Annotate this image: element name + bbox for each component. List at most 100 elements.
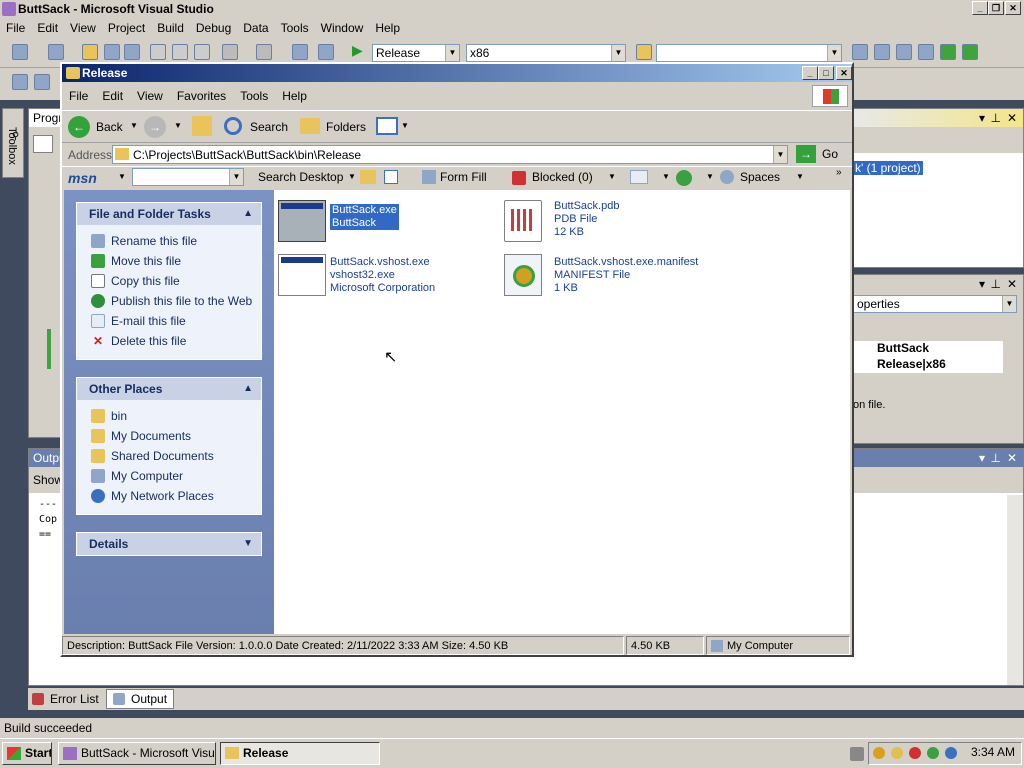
dropdown-icon[interactable]: ▾	[979, 449, 985, 467]
search-button[interactable]: Search	[222, 115, 292, 139]
vs-menu-file[interactable]: File	[0, 18, 31, 38]
vs-menu-tools[interactable]: Tools	[275, 18, 315, 38]
properties-object-combo[interactable]: operties ▼	[853, 295, 1017, 313]
tray-messenger-icon[interactable]	[891, 747, 903, 759]
copy-file-task[interactable]: Copy this file	[77, 271, 261, 291]
layout-icon[interactable]	[12, 74, 28, 90]
explorer-close-button[interactable]: ✕	[836, 66, 852, 80]
output-tab[interactable]: Output	[106, 689, 175, 709]
chevron-down-icon[interactable]: ▼	[348, 172, 356, 181]
explorer-menu-favorites[interactable]: Favorites	[170, 84, 233, 108]
details-header[interactable]: Details ▼	[77, 533, 261, 555]
place-my-computer[interactable]: My Computer	[77, 466, 261, 486]
pin-icon[interactable]: ⊥	[991, 109, 1001, 127]
taskbar-button-release[interactable]: Release	[220, 742, 380, 765]
cut-icon[interactable]	[150, 44, 166, 60]
solution-node[interactable]: k' (1 project)	[853, 161, 923, 175]
file-tile-exe[interactable]: ButtSack.exe ButtSack	[278, 200, 478, 244]
explorer-minimize-button[interactable]: _	[802, 66, 818, 80]
dropdown-icon[interactable]: ▾	[979, 109, 985, 127]
pin-icon[interactable]: ⊥	[991, 449, 1001, 467]
toolbar-overflow-icon[interactable]: »	[836, 167, 842, 178]
note-icon[interactable]	[384, 170, 398, 184]
new-project-icon[interactable]	[12, 44, 28, 60]
save-icon[interactable]	[104, 44, 120, 60]
place-bin[interactable]: bin	[77, 406, 261, 426]
place-shared-documents[interactable]: Shared Documents	[77, 446, 261, 466]
start-debugging-icon[interactable]: ▶	[352, 43, 363, 59]
explorer-menu-view[interactable]: View	[130, 84, 170, 108]
forward-arrow-icon[interactable]: →	[144, 116, 166, 138]
property-row[interactable]: Release|x86	[853, 357, 1003, 373]
vs-close-button[interactable]: ✕	[1005, 1, 1021, 15]
collapse-icon[interactable]: ▲	[243, 203, 253, 225]
msn-search-combo[interactable]: ▼	[132, 168, 244, 186]
explorer-title-bar[interactable]: Release _ □ ✕	[62, 64, 852, 82]
copy-icon[interactable]	[172, 44, 188, 60]
mail-icon[interactable]	[630, 170, 648, 184]
redo-icon[interactable]	[256, 44, 272, 60]
vs-menu-data[interactable]: Data	[237, 18, 274, 38]
output-scrollbar[interactable]	[1007, 495, 1023, 685]
form-fill-button[interactable]: Form Fill	[440, 170, 487, 184]
vs-minimize-button[interactable]: _	[972, 1, 988, 15]
error-list-tab[interactable]: Error List	[32, 690, 99, 708]
save-all-icon[interactable]	[124, 44, 140, 60]
vs-menu-edit[interactable]: Edit	[31, 18, 64, 38]
address-input[interactable]: C:\Projects\ButtSack\ButtSack\bin\Releas…	[112, 145, 788, 164]
chevron-down-icon[interactable]: ▼	[118, 172, 126, 181]
email-file-task[interactable]: E-mail this file	[77, 311, 261, 331]
taskbar-button-vs[interactable]: ButtSack - Microsoft Visu...	[58, 742, 216, 765]
file-tile-pdb[interactable]: ButtSack.pdb PDB File 12 KB	[500, 200, 700, 244]
tray-search-icon[interactable]	[945, 747, 957, 759]
chevron-down-icon[interactable]: ▼	[174, 121, 182, 130]
start-button[interactable]: Start	[2, 742, 52, 765]
object-browser-icon[interactable]	[896, 44, 912, 60]
collapse-icon[interactable]: ▲	[243, 378, 253, 400]
file-tasks-header[interactable]: File and Folder Tasks ▲	[77, 203, 261, 225]
chevron-down-icon[interactable]: ▼	[796, 172, 804, 181]
solution-config-combo[interactable]: Release ▼	[372, 44, 460, 62]
find-combo[interactable]: ▼	[656, 44, 842, 62]
paste-icon[interactable]	[194, 44, 210, 60]
views-button[interactable]: ▼	[376, 116, 409, 138]
navigate-icon[interactable]	[292, 44, 308, 60]
publish-file-task[interactable]: Publish this file to the Web	[77, 291, 261, 311]
tray-status-icon[interactable]	[927, 747, 939, 759]
close-icon[interactable]: ✕	[1007, 449, 1017, 467]
explorer-menu-help[interactable]: Help	[275, 84, 314, 108]
close-icon[interactable]: ✕	[1007, 109, 1017, 127]
toolbox-tab[interactable]: ⚲ Toolbox	[2, 108, 24, 178]
clock[interactable]: 3:34 AM	[971, 745, 1015, 759]
property-row[interactable]: ButtSack	[853, 341, 1003, 357]
chevron-down-icon[interactable]: ▼	[706, 172, 714, 181]
go-button[interactable]: → Go	[796, 145, 846, 165]
command-window-icon[interactable]	[962, 44, 978, 60]
dropdown-icon[interactable]: ▾	[979, 275, 985, 293]
other-places-header[interactable]: Other Places ▲	[77, 378, 261, 400]
highlight-icon[interactable]	[360, 170, 376, 184]
file-tile-vshost[interactable]: ButtSack.vshost.exe vshost32.exe Microso…	[278, 254, 488, 298]
layout-align-icon[interactable]	[34, 74, 50, 90]
tray-app-icon[interactable]	[873, 747, 885, 759]
expand-icon[interactable]: ▼	[243, 533, 253, 555]
undo-icon[interactable]	[222, 44, 238, 60]
explorer-menu-file[interactable]: File	[62, 84, 95, 108]
add-item-icon[interactable]	[48, 44, 64, 60]
chevron-down-icon[interactable]: ▼	[608, 172, 616, 181]
vs-menu-debug[interactable]: Debug	[190, 18, 237, 38]
security-shield-icon[interactable]	[909, 747, 921, 759]
toolbox-icon[interactable]	[918, 44, 934, 60]
search-desktop-button[interactable]: Search Desktop	[258, 170, 343, 184]
find-in-files-icon[interactable]	[636, 44, 652, 60]
popup-blocked-button[interactable]: Blocked (0)	[532, 170, 593, 184]
vs-menu-view[interactable]: View	[64, 18, 102, 38]
move-file-task[interactable]: Move this file	[77, 251, 261, 271]
msn-logo[interactable]: msn	[68, 170, 97, 186]
spaces-button[interactable]: Spaces	[740, 170, 780, 184]
place-my-network[interactable]: My Network Places	[77, 486, 261, 506]
network-tool-icon[interactable]	[850, 747, 864, 761]
solution-platform-combo[interactable]: x86 ▼	[466, 44, 626, 62]
start-page-icon[interactable]	[940, 44, 956, 60]
vs-menu-build[interactable]: Build	[151, 18, 190, 38]
